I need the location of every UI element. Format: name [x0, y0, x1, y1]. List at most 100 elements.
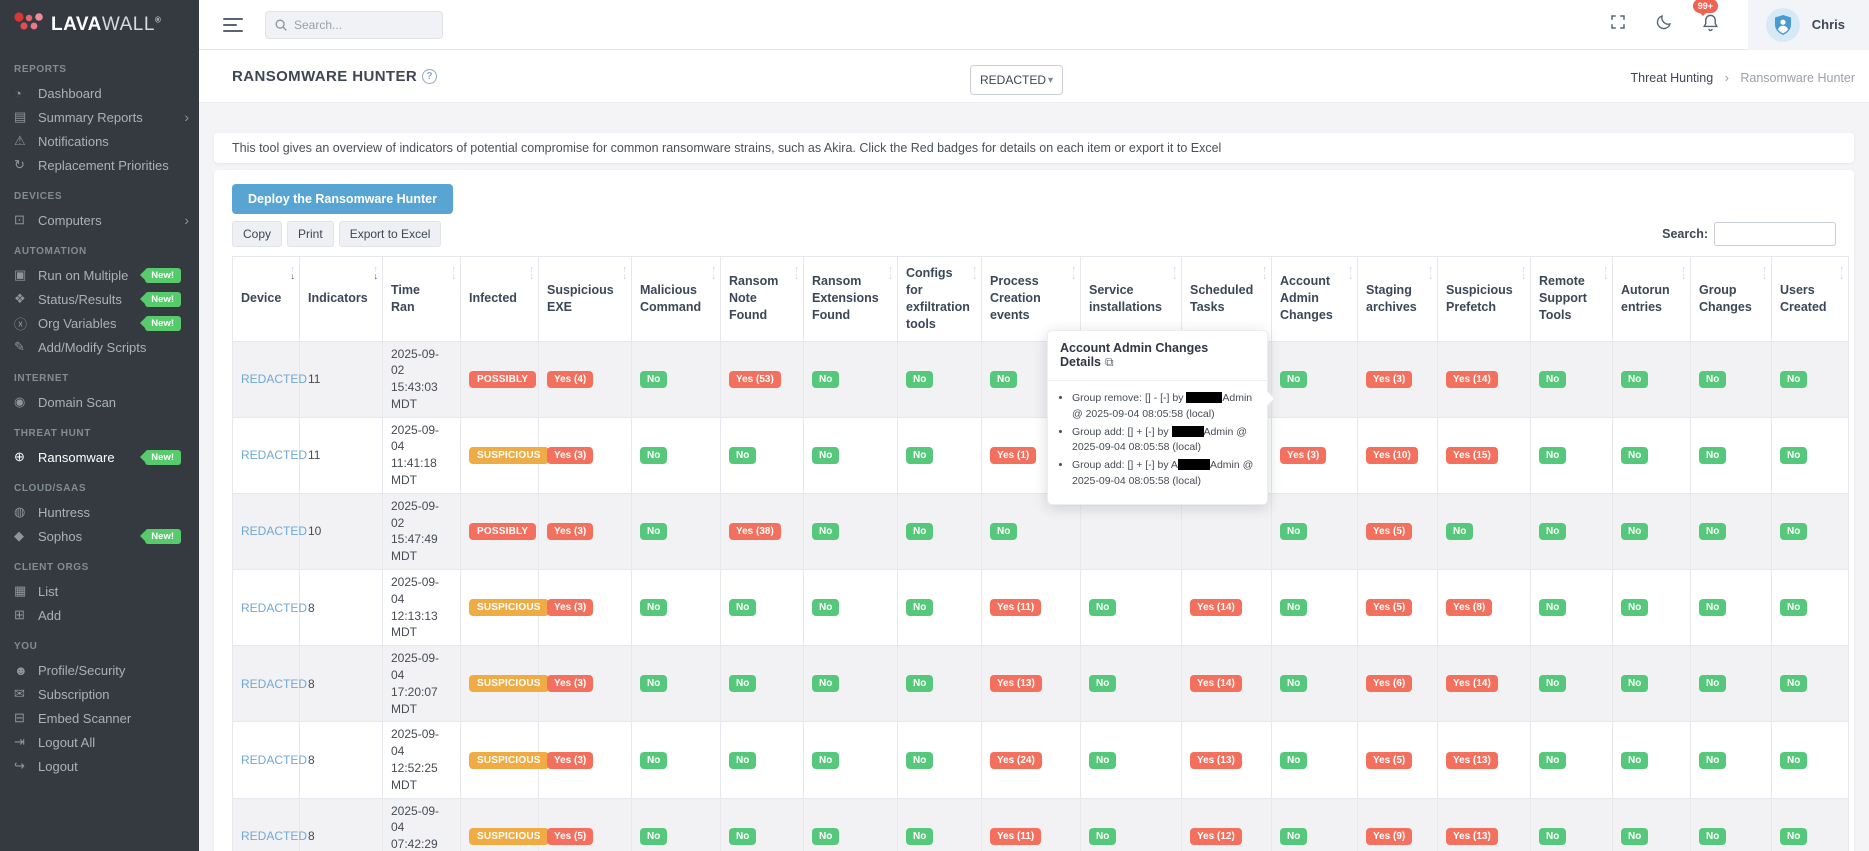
column-header-staging-archives[interactable]: Staging archives ↑ ↓: [1357, 256, 1438, 342]
sidebar-item-embed-scanner[interactable]: ⊟ Embed Scanner: [0, 706, 199, 730]
status-badge[interactable]: Yes (13): [990, 675, 1042, 693]
print-button[interactable]: Print: [287, 221, 334, 247]
status-badge[interactable]: Yes (6): [1366, 675, 1413, 693]
column-header-group-changes[interactable]: Group Changes ↑ ↓: [1690, 256, 1772, 342]
sort-icon[interactable]: ↑ ↓: [1763, 265, 1768, 281]
device-link[interactable]: REDACTED: [241, 753, 307, 767]
lavawall-logo[interactable]: LAVAWALL®: [0, 0, 199, 50]
status-badge[interactable]: Yes (3): [547, 599, 594, 617]
sort-icon[interactable]: ↑ ↓: [1522, 265, 1527, 281]
status-badge[interactable]: Yes (3): [547, 751, 594, 769]
sidebar-item-domain-scan[interactable]: ◉ Domain Scan: [0, 390, 199, 414]
status-badge[interactable]: SUSPICIOUS: [469, 827, 549, 845]
column-header-configs-exfiltration[interactable]: Configs for exfiltration tools ↑ ↓: [897, 256, 982, 342]
column-header-autorun-entries[interactable]: Autorun entries ↑ ↓: [1612, 256, 1691, 342]
sort-icon[interactable]: ↑ ↓: [1263, 265, 1268, 281]
column-header-device[interactable]: Device ↑ ↓: [232, 256, 300, 342]
deploy-ransomware-hunter-button[interactable]: Deploy the Ransomware Hunter: [232, 184, 453, 214]
sort-icon[interactable]: ↑ ↓: [1682, 265, 1687, 281]
status-badge[interactable]: Yes (13): [1446, 751, 1498, 769]
column-header-process-creation[interactable]: Process Creation events ↑ ↓: [981, 256, 1081, 342]
sort-icon[interactable]: ↑ ↓: [1429, 265, 1434, 281]
sort-icon[interactable]: ↑ ↓: [973, 265, 978, 281]
status-badge[interactable]: Yes (5): [547, 827, 594, 845]
sort-icon[interactable]: ↑ ↓: [452, 265, 457, 281]
status-badge[interactable]: Yes (38): [729, 522, 781, 540]
sidebar-item-notifications[interactable]: ⚠ Notifications: [0, 129, 199, 153]
status-badge[interactable]: Yes (4): [547, 370, 594, 388]
sidebar-item-logout-all[interactable]: ⇥ Logout All: [0, 730, 199, 754]
status-badge[interactable]: Yes (3): [547, 675, 594, 693]
column-header-ransom-note-found[interactable]: Ransom Note Found ↑ ↓: [720, 256, 804, 342]
org-selector[interactable]: REDACTED ▾: [970, 65, 1063, 95]
status-badge[interactable]: Yes (5): [1366, 751, 1413, 769]
column-header-suspicious-prefetch[interactable]: Suspicious Prefetch ↑ ↓: [1437, 256, 1531, 342]
copy-to-clipboard-icon[interactable]: ⧉: [1105, 355, 1114, 369]
status-badge[interactable]: SUSPICIOUS: [469, 599, 549, 617]
sidebar-item-org-variables[interactable]: ⓧ Org Variables New!: [0, 311, 199, 335]
sidebar-item-dashboard[interactable]: ◔ Dashboard: [0, 81, 199, 105]
column-header-malicious-command[interactable]: Malicious Command ↑ ↓: [631, 256, 721, 342]
column-header-infected[interactable]: Infected ↑ ↓: [460, 256, 539, 342]
device-link[interactable]: REDACTED: [241, 677, 307, 691]
status-badge[interactable]: POSSIBLY: [469, 370, 537, 388]
status-badge[interactable]: Yes (1): [990, 446, 1037, 464]
status-badge[interactable]: Yes (3): [1280, 446, 1327, 464]
column-header-suspicious-exe[interactable]: Suspicious EXE ↑ ↓: [538, 256, 632, 342]
status-badge[interactable]: Yes (5): [1366, 522, 1413, 540]
sidebar-item-huntress[interactable]: ◍ Huntress: [0, 500, 199, 524]
breadcrumb-threat-hunting[interactable]: Threat Hunting: [1631, 71, 1714, 85]
device-link[interactable]: REDACTED: [241, 524, 307, 538]
sidebar-item-profile-security[interactable]: ☻ Profile/Security: [0, 658, 199, 682]
status-badge[interactable]: SUSPICIOUS: [469, 675, 549, 693]
export-to-excel-button[interactable]: Export to Excel: [338, 221, 442, 247]
global-search[interactable]: [265, 10, 443, 39]
fullscreen-icon[interactable]: [1609, 13, 1627, 36]
copy-button[interactable]: Copy: [232, 221, 283, 247]
column-header-ransom-extensions-found[interactable]: Ransom Extensions Found ↑ ↓: [803, 256, 898, 342]
help-icon[interactable]: ?: [422, 69, 438, 84]
column-header-service-installations[interactable]: Service installations ↑ ↓: [1080, 256, 1182, 342]
sidebar-item-logout[interactable]: ↪ Logout: [0, 754, 199, 778]
sort-icon[interactable]: ↑ ↓: [1840, 265, 1845, 281]
column-header-scheduled-tasks[interactable]: Scheduled Tasks ↑ ↓: [1181, 256, 1272, 342]
sort-icon[interactable]: ↑ ↓: [374, 265, 379, 281]
sort-icon[interactable]: ↑ ↓: [623, 265, 628, 281]
status-badge[interactable]: SUSPICIOUS: [469, 751, 549, 769]
status-badge[interactable]: Yes (9): [1366, 827, 1413, 845]
status-badge[interactable]: Yes (24): [990, 751, 1042, 769]
sidebar-item-status-results[interactable]: ❖ Status/Results New!: [0, 287, 199, 311]
status-badge[interactable]: Yes (11): [990, 827, 1042, 845]
column-header-account-admin-changes[interactable]: Account Admin Changes ↑ ↓: [1271, 256, 1358, 342]
table-search-input[interactable]: [1714, 222, 1836, 246]
status-badge[interactable]: Yes (8): [1446, 599, 1493, 617]
status-badge[interactable]: Yes (3): [1366, 370, 1413, 388]
status-badge[interactable]: Yes (14): [1190, 675, 1242, 693]
device-link[interactable]: REDACTED: [241, 829, 307, 843]
status-badge[interactable]: Yes (13): [1190, 751, 1242, 769]
status-badge[interactable]: Yes (11): [990, 599, 1042, 617]
status-badge[interactable]: Yes (14): [1190, 599, 1242, 617]
column-header-time-ran[interactable]: Time Ran ↑ ↓: [382, 256, 461, 342]
column-header-indicators[interactable]: Indicators ↑ ↓: [299, 256, 383, 342]
sort-icon[interactable]: ↑ ↓: [889, 265, 894, 281]
device-link[interactable]: REDACTED: [241, 448, 307, 462]
column-header-remote-support-tools[interactable]: Remote Support Tools ↑ ↓: [1530, 256, 1613, 342]
sidebar-item-replacement-priorities[interactable]: ↻ Replacement Priorities: [0, 153, 199, 177]
device-link[interactable]: REDACTED: [241, 601, 307, 615]
sidebar-item-computers[interactable]: ⊡ Computers ›: [0, 208, 199, 232]
sidebar-item-ransomware[interactable]: ⊕ Ransomware New!: [0, 445, 199, 469]
status-badge[interactable]: POSSIBLY: [469, 522, 537, 540]
status-badge[interactable]: Yes (53): [729, 370, 781, 388]
device-link[interactable]: REDACTED: [241, 372, 307, 386]
status-badge[interactable]: Yes (3): [547, 522, 594, 540]
sort-icon[interactable]: ↑ ↓: [795, 265, 800, 281]
sidebar-item-subscription[interactable]: ✉ Subscription: [0, 682, 199, 706]
status-badge[interactable]: Yes (14): [1446, 675, 1498, 693]
sort-icon[interactable]: ↑ ↓: [530, 265, 535, 281]
status-badge[interactable]: Yes (3): [547, 446, 594, 464]
status-badge[interactable]: Yes (12): [1190, 827, 1242, 845]
status-badge[interactable]: Yes (13): [1446, 827, 1498, 845]
dark-mode-moon-icon[interactable]: [1655, 13, 1673, 36]
sidebar-item-sophos[interactable]: ◆ Sophos New!: [0, 524, 199, 548]
